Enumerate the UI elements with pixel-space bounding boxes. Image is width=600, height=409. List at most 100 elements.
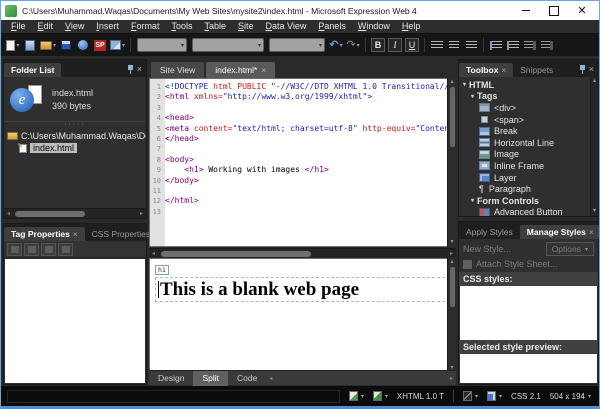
attach-stylesheet-button[interactable]: Attach Style Sheet...	[476, 259, 558, 269]
toolbox-group-tags[interactable]: ▾Tags	[459, 91, 590, 103]
tree-item-site-root[interactable]: C:\Users\Muhammad.Waqas\Documents\M	[4, 130, 146, 142]
scrollbar-thumb[interactable]	[161, 251, 311, 257]
scroll-right-icon[interactable]: ▸	[447, 375, 456, 382]
toolbox-item-span[interactable]: <span>	[459, 114, 590, 126]
scrollbar-thumb[interactable]	[450, 267, 455, 307]
toolbox-item-div[interactable]: <div>	[459, 102, 590, 114]
code-lines[interactable]: 1<!DOCTYPE html PUBLIC "-//W3C//DTD XHTM…	[150, 79, 455, 217]
doctype-indicator[interactable]: XHTML 1.0 T	[397, 392, 444, 401]
scroll-down-icon[interactable]: ▾	[593, 207, 596, 216]
tab-site-view[interactable]: Site View	[151, 62, 204, 78]
style-application-button[interactable]: ▾	[463, 391, 478, 401]
scrollbar-thumb[interactable]	[15, 211, 85, 217]
code-errors-button[interactable]: ▾	[373, 391, 388, 401]
set-properties-button[interactable]	[41, 243, 56, 256]
design-vscrollbar[interactable]: ▴ ▾	[447, 258, 456, 373]
tab-code-view[interactable]: Code	[228, 371, 266, 386]
search-button[interactable]: ▾	[109, 37, 126, 54]
close-icon[interactable]: ×	[589, 228, 594, 237]
menu-data-view[interactable]: Data View	[260, 20, 313, 33]
toolbox-item-advanced-button[interactable]: Advanced Button	[459, 207, 590, 216]
close-icon[interactable]: ×	[589, 65, 594, 74]
menu-insert[interactable]: Insert	[90, 20, 125, 33]
scroll-left-icon[interactable]: ◂	[149, 250, 158, 257]
visual-aids-button[interactable]: ▾	[349, 391, 364, 401]
new-style-button[interactable]: New Style...	[463, 244, 511, 254]
alphabetical-button[interactable]	[24, 243, 39, 256]
design-heading-text[interactable]: This is a blank web page	[160, 279, 359, 301]
tab-split-view[interactable]: Split	[193, 371, 228, 386]
tree-item-index-html[interactable]: index.html	[4, 142, 146, 154]
tab-css-properties[interactable]: CSS Properties	[85, 227, 158, 241]
tab-index-html[interactable]: index.html*×	[206, 62, 275, 78]
design-view[interactable]: h1 This is a blank web page	[149, 258, 456, 373]
indent-button[interactable]	[539, 37, 555, 54]
tab-manage-styles[interactable]: Manage Styles×	[520, 225, 600, 239]
panel-splitter[interactable]: ·····	[4, 121, 146, 128]
toolbox-item-horizontal-line[interactable]: Horizontal Line	[459, 137, 590, 149]
toolbox-group-html[interactable]: ▾HTML	[459, 79, 590, 91]
css-styles-list[interactable]	[460, 286, 597, 340]
bullet-list-button[interactable]	[505, 37, 521, 54]
tab-toolbox[interactable]: Toolbox×	[459, 63, 513, 77]
maximize-button[interactable]	[547, 5, 561, 17]
code-view[interactable]: 1<!DOCTYPE html PUBLIC "-//W3C//DTD XHTM…	[149, 78, 456, 247]
folder-list-tab[interactable]: Folder List	[4, 63, 61, 77]
open-page-button[interactable]	[22, 37, 38, 54]
menu-format[interactable]: Format	[125, 20, 166, 33]
minimize-button[interactable]	[519, 5, 533, 17]
font-combobox[interactable]: ▾	[192, 38, 264, 52]
style-combobox[interactable]: ▾	[137, 38, 187, 52]
menu-window[interactable]: Window	[352, 20, 396, 33]
page-size-button[interactable]: 504 x 194▾	[550, 392, 591, 401]
menu-panels[interactable]: Panels	[312, 20, 352, 33]
redo-button[interactable]: ↷▾	[345, 37, 361, 54]
css-schema-button[interactable]: ▾	[487, 391, 502, 401]
outdent-button[interactable]	[522, 37, 538, 54]
menu-file[interactable]: File	[5, 20, 32, 33]
close-icon[interactable]: ×	[501, 66, 506, 75]
scroll-down-icon[interactable]: ▾	[450, 238, 453, 247]
toolbox-group-form-controls[interactable]: ▾Form Controls	[459, 195, 590, 207]
bold-button[interactable]: B	[371, 38, 385, 52]
scrollbar-thumb[interactable]	[450, 87, 455, 147]
tab-apply-styles[interactable]: Apply Styles	[459, 225, 520, 239]
close-icon[interactable]: ×	[261, 66, 266, 75]
pin-icon[interactable]	[579, 65, 586, 74]
menu-tools[interactable]: Tools	[165, 20, 198, 33]
tab-snippets[interactable]: Snippets	[513, 63, 560, 77]
save-button[interactable]	[58, 37, 74, 54]
align-center-button[interactable]	[446, 37, 462, 54]
preview-button[interactable]	[75, 37, 91, 54]
toolbox-item-image[interactable]: Image	[459, 149, 590, 161]
align-right-button[interactable]	[463, 37, 479, 54]
toolbox-vscrollbar[interactable]: ▴ ▾	[590, 77, 598, 216]
close-icon[interactable]: ×	[73, 230, 78, 239]
options-button[interactable]: Options▾	[546, 242, 594, 256]
toolbox-item-inline-frame[interactable]: Inline Frame	[459, 160, 590, 172]
new-document-button[interactable]: ▾	[5, 37, 21, 54]
menu-help[interactable]: Help	[396, 20, 427, 33]
numbered-list-button[interactable]	[488, 37, 504, 54]
tab-tag-properties[interactable]: Tag Properties×	[4, 227, 85, 241]
menu-site[interactable]: Site	[232, 20, 260, 33]
categorized-button[interactable]	[7, 243, 22, 256]
undo-button[interactable]: ↶▾	[328, 37, 344, 54]
code-vscrollbar[interactable]: ▴ ▾	[447, 78, 456, 247]
open-folder-button[interactable]: ▾	[39, 37, 57, 54]
folder-list-hscrollbar[interactable]: ◂ ▸	[4, 208, 146, 218]
tab-design-view[interactable]: Design	[149, 371, 193, 386]
menu-table[interactable]: Table	[198, 20, 232, 33]
summary-button[interactable]	[58, 243, 73, 256]
scroll-up-icon[interactable]: ▴	[450, 78, 453, 87]
toolbox-item-paragraph[interactable]: Paragraph	[459, 183, 590, 195]
close-icon[interactable]: ×	[137, 65, 142, 74]
superpreview-button[interactable]: SP	[92, 37, 108, 54]
close-button[interactable]: ✕	[575, 5, 589, 17]
menu-edit[interactable]: Edit	[32, 20, 60, 33]
toolbox-item-break[interactable]: Break	[459, 125, 590, 137]
align-left-button[interactable]	[429, 37, 445, 54]
h1-element-outline[interactable]: This is a blank web page	[155, 277, 450, 302]
h1-tag-label[interactable]: h1	[155, 265, 169, 275]
css-version-indicator[interactable]: CSS 2.1	[511, 392, 541, 401]
